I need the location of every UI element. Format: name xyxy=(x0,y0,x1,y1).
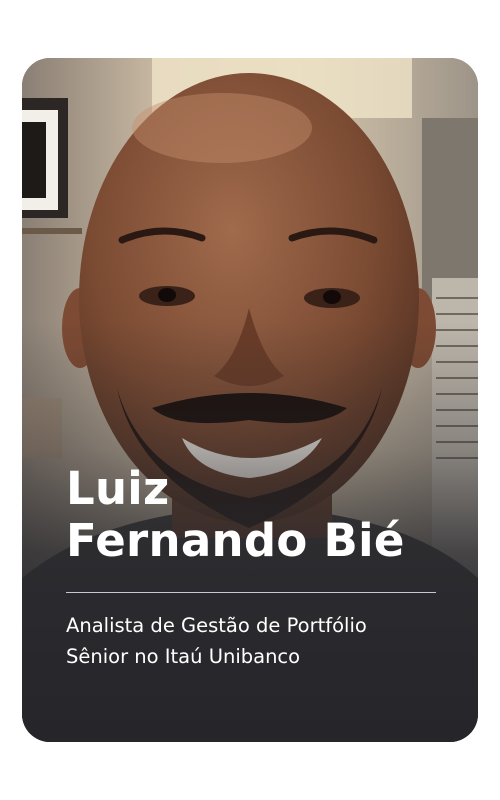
person-name-last: Fernando Bié xyxy=(66,514,405,567)
divider xyxy=(66,592,436,593)
person-role-line1: Analista de Gestão de Portfólio xyxy=(66,614,367,637)
profile-card: Luiz Fernando Bié Analista de Gestão de … xyxy=(22,58,478,742)
person-role: Analista de Gestão de Portfólio Sênior n… xyxy=(66,610,456,672)
person-name: Luiz Fernando Bié xyxy=(66,463,466,567)
person-role-line2: Sênior no Itaú Unibanco xyxy=(66,645,301,668)
person-name-first: Luiz xyxy=(66,462,170,515)
